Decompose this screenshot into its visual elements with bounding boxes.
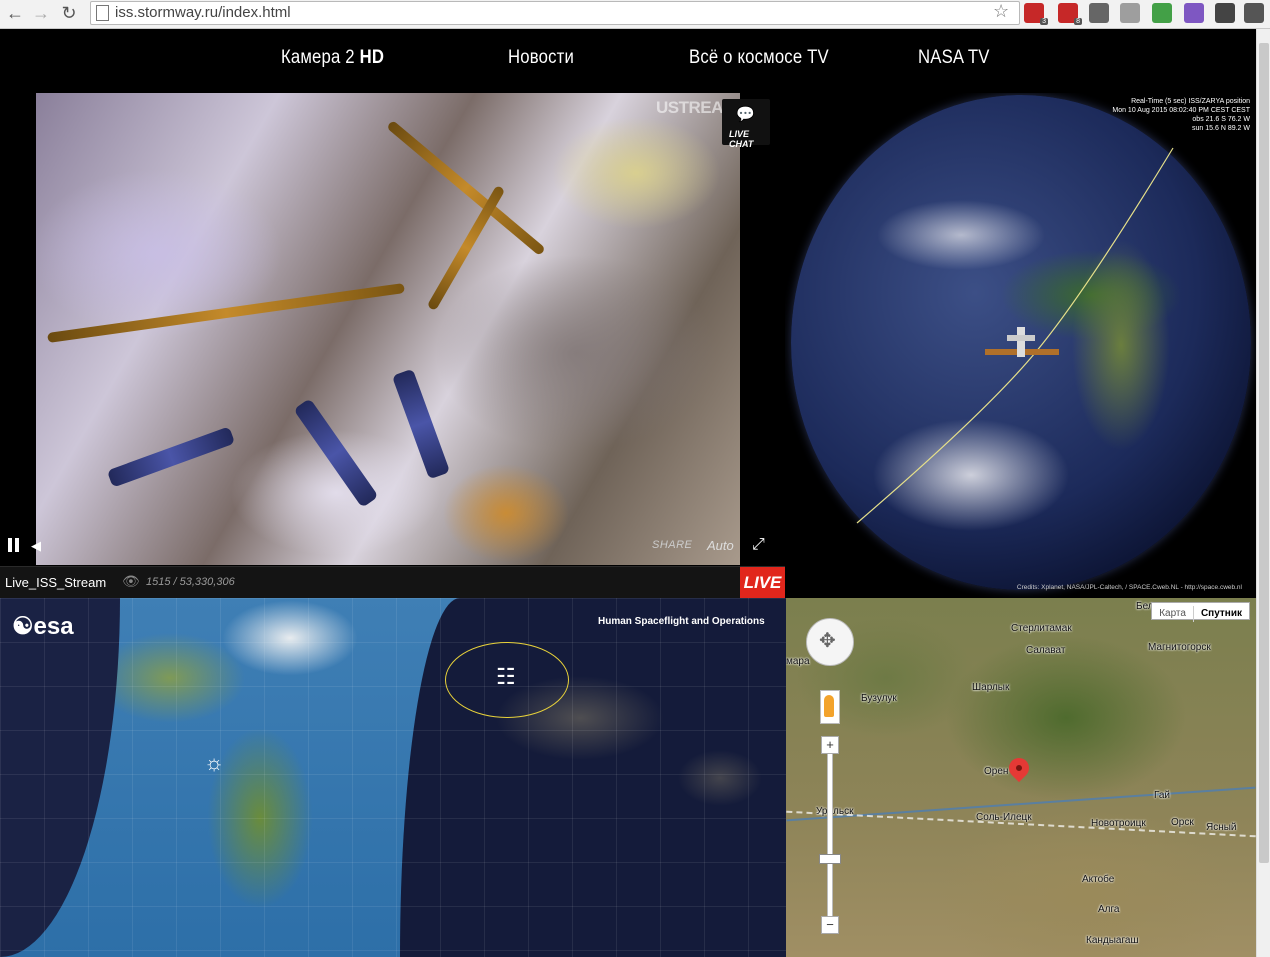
quality-selector[interactable]: Auto: [707, 538, 734, 553]
nav-news[interactable]: Новости: [508, 47, 574, 69]
city-label: Орен: [984, 766, 1009, 777]
esa-logo: ☯esa: [12, 612, 74, 641]
city-label: Стерлитамак: [1011, 623, 1072, 634]
zoom-in-button[interactable]: +: [821, 736, 839, 754]
video-player[interactable]: USTREAM 💬 LIVE CHAT ◀ SHARE Auto ⤢: [0, 93, 785, 598]
back-icon[interactable]: ←: [4, 2, 26, 24]
pegman-icon: [824, 695, 834, 717]
city-label: Соль-Илецк: [976, 812, 1032, 823]
chart-icon[interactable]: [1152, 3, 1172, 23]
pause-icon[interactable]: [8, 538, 20, 552]
page-scrollbar[interactable]: [1256, 29, 1270, 957]
city-label: Ясный: [1206, 822, 1237, 833]
nav-camera2-label: Камера 2: [281, 47, 355, 68]
nav-camera2-hd-label: HD: [359, 47, 385, 68]
translate-icon[interactable]: [1184, 3, 1204, 23]
url-text: iss.stormway.ru/index.html: [115, 4, 291, 21]
map-type-satellite-button[interactable]: Спутник: [1192, 606, 1249, 622]
video-cable: [426, 184, 506, 312]
extension-badge: 3: [1040, 18, 1048, 25]
city-label: Магнитогорск: [1148, 642, 1211, 653]
marker-dot: [1014, 763, 1024, 773]
nav-camera2-hd[interactable]: Камера 2 HD: [281, 47, 384, 69]
nav-space-tv[interactable]: Всё о космосе TV: [689, 47, 829, 69]
iss-globe-view: Real-Time (5 sec) ISS/ZARYA position Mon…: [785, 93, 1256, 598]
esa-logo-text: esa: [33, 613, 74, 640]
nav-nasa-tv[interactable]: NASA TV: [918, 47, 990, 69]
fullscreen-icon[interactable]: ⤢: [752, 536, 765, 554]
city-label: мара: [786, 656, 810, 667]
chat-bubble-icon: 💬: [736, 106, 755, 123]
extension-badge: 8: [1074, 18, 1082, 25]
page-icon: [96, 5, 109, 21]
esa-map-grid: [0, 598, 786, 957]
reload-icon[interactable]: ↻: [58, 2, 80, 24]
city-label: Алга: [1098, 904, 1120, 915]
globe-info-line: obs 21.6 S 76.2 W: [1192, 116, 1250, 123]
globe-info-line: sun 15.6 N 89.2 W: [1192, 125, 1250, 132]
menu-icon[interactable]: [1244, 3, 1264, 23]
live-chat-button[interactable]: 💬 LIVE CHAT: [722, 99, 770, 149]
abp-icon[interactable]: 8: [1058, 3, 1082, 25]
street-view-pegman[interactable]: [820, 690, 840, 724]
zoom-slider-track[interactable]: [827, 748, 833, 930]
stream-name[interactable]: Live_ISS_Stream: [5, 575, 106, 590]
iss-model-icon: [985, 325, 1059, 361]
scrollbar-thumb[interactable]: [1259, 43, 1269, 863]
adblock-icon[interactable]: 3: [1024, 3, 1048, 25]
city-label: Бузулук: [861, 693, 897, 704]
map-type-map-button[interactable]: Карта: [1152, 606, 1193, 622]
city-label: Актобе: [1082, 874, 1115, 885]
stream-info-bar: Live_ISS_Stream 👁 1515 / 53,330,306 LIVE: [0, 566, 785, 599]
share-button[interactable]: SHARE: [652, 539, 692, 551]
site-nav: [0, 29, 1256, 93]
browser-toolbar: ← → ↻ iss.stormway.ru/index.html ☆ 3 8: [0, 0, 1270, 29]
sun-icon: ☼: [204, 750, 225, 775]
globe-info: Real-Time (5 sec) ISS/ZARYA position Mon…: [1112, 97, 1250, 133]
suit-strap: [106, 426, 236, 488]
download-icon[interactable]: [1089, 3, 1109, 23]
city-label: Кандыагаш: [1086, 935, 1139, 946]
suit-strap: [391, 368, 451, 480]
suit-strap: [293, 398, 379, 508]
map-marker-icon[interactable]: [1004, 753, 1034, 783]
globe-info-line: Real-Time (5 sec) ISS/ZARYA position: [1131, 98, 1250, 105]
city-label: Шарлык: [972, 682, 1010, 693]
bookmark-star-icon[interactable]: ☆: [993, 1, 1009, 22]
city-label: Гай: [1154, 790, 1171, 801]
google-map[interactable]: Бел Стерлитамак Салават Магнитогорск мар…: [786, 598, 1256, 957]
address-bar[interactable]: iss.stormway.ru/index.html ☆: [90, 1, 1020, 25]
city-label: Уральск: [816, 806, 854, 817]
eye-icon: 👁: [122, 573, 140, 589]
zoom-slider-handle[interactable]: [819, 854, 841, 864]
pan-control[interactable]: ✥: [806, 618, 854, 666]
viewer-count: 1515 / 53,330,306: [146, 576, 235, 588]
video-frame[interactable]: USTREAM: [36, 93, 740, 565]
city-label: Орск: [1171, 817, 1194, 828]
volume-icon[interactable]: ◀: [31, 538, 41, 554]
forward-icon[interactable]: →: [30, 2, 52, 24]
live-chat-label: LIVE CHAT: [729, 129, 754, 149]
shield-icon[interactable]: [1120, 3, 1140, 23]
esa-world-map: ☷ ☼ ☯esa Human Spaceflight and Operation…: [0, 598, 786, 957]
zoom-out-button[interactable]: −: [821, 916, 839, 934]
glasses-icon[interactable]: [1215, 3, 1235, 23]
globe-info-line: Mon 10 Aug 2015 08:02:40 PM CEST CEST: [1112, 107, 1250, 114]
pan-arrows-icon: ✥: [819, 630, 836, 652]
map-type-control: Карта Спутник: [1151, 602, 1250, 622]
video-cable: [47, 282, 405, 344]
esa-logo-mark: ☯: [12, 613, 34, 640]
city-label: Новотроицк: [1091, 818, 1146, 829]
globe-credits: Credits: Xplanet, NASA/JPL-Caltech, / SP…: [1016, 584, 1242, 591]
city-label: Салават: [1026, 645, 1066, 656]
iss-icon: ☷: [496, 664, 516, 689]
esa-header: Human Spaceflight and Operations: [598, 616, 765, 627]
live-badge: LIVE: [740, 567, 785, 599]
